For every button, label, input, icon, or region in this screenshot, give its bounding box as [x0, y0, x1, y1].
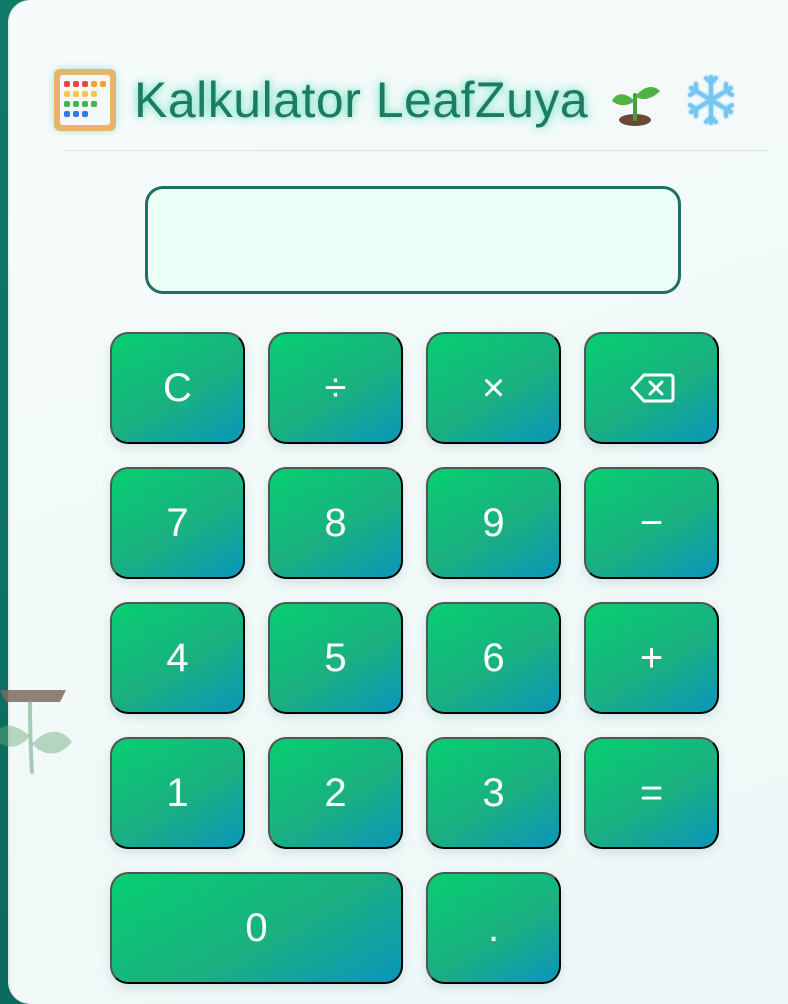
seedling-icon: [606, 71, 664, 129]
snowflake-icon: [682, 71, 740, 129]
divide-button[interactable]: ÷: [268, 332, 403, 444]
calculator-display: [145, 186, 681, 294]
digit-7-button[interactable]: 7: [110, 467, 245, 579]
digit-9-button[interactable]: 9: [426, 467, 561, 579]
calculator-card: Kalkulator LeafZuya C ÷ × 7 8 9 − 4 5 6 …: [8, 0, 788, 1004]
digit-0-button[interactable]: 0: [110, 872, 403, 984]
decimal-point-button[interactable]: .: [426, 872, 561, 984]
subtract-button[interactable]: −: [584, 467, 719, 579]
digit-6-button[interactable]: 6: [426, 602, 561, 714]
digit-5-button[interactable]: 5: [268, 602, 403, 714]
add-button[interactable]: +: [584, 602, 719, 714]
digit-1-button[interactable]: 1: [110, 737, 245, 849]
backspace-button[interactable]: [584, 332, 719, 444]
title-divider: [62, 150, 768, 151]
title-bar: Kalkulator LeafZuya: [54, 60, 760, 140]
abacus-icon: [54, 69, 116, 131]
app-title: Kalkulator LeafZuya: [134, 72, 589, 128]
equals-button[interactable]: =: [584, 737, 719, 849]
digit-2-button[interactable]: 2: [268, 737, 403, 849]
digit-4-button[interactable]: 4: [110, 602, 245, 714]
digit-8-button[interactable]: 8: [268, 467, 403, 579]
keypad: C ÷ × 7 8 9 − 4 5 6 + 1 2 3 = 0 .: [110, 332, 720, 984]
digit-3-button[interactable]: 3: [426, 737, 561, 849]
clear-button[interactable]: C: [110, 332, 245, 444]
multiply-button[interactable]: ×: [426, 332, 561, 444]
backspace-icon: [628, 371, 676, 405]
